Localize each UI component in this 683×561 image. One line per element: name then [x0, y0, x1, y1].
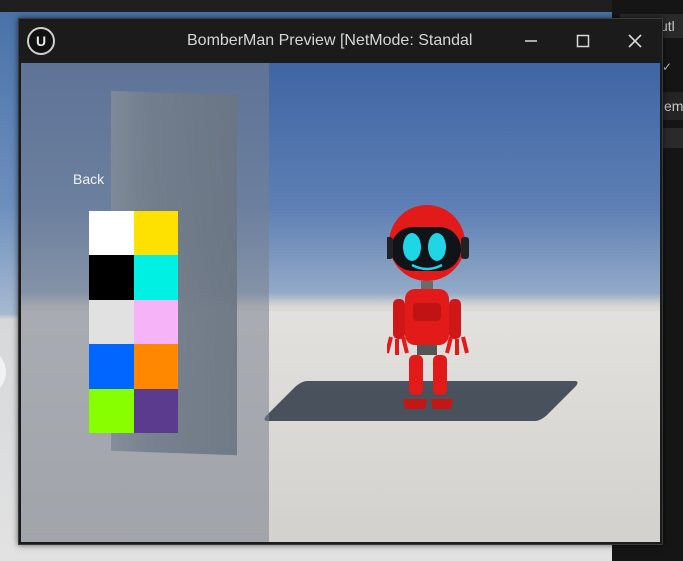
color-swatch-pink[interactable] — [133, 299, 178, 345]
color-swatch-lime[interactable] — [89, 388, 134, 433]
preview-window: U BomberMan Preview [NetMode: Standal Ba… — [18, 18, 663, 545]
minimize-button[interactable] — [505, 19, 557, 63]
background-robot — [0, 356, 6, 388]
unreal-logo-icon: U — [27, 27, 55, 55]
robot-character — [387, 205, 469, 409]
window-title: BomberMan Preview [NetMode: Standal — [187, 32, 473, 49]
color-swatch-orange[interactable] — [133, 344, 178, 389]
background-row-secondary — [660, 128, 683, 148]
game-viewport[interactable]: Back — [21, 63, 660, 542]
color-swatch-grid — [89, 211, 178, 433]
color-swatch-light-gray[interactable] — [89, 299, 134, 345]
color-swatch-black[interactable] — [89, 255, 134, 300]
close-button[interactable] — [609, 19, 661, 63]
color-swatch-white[interactable] — [89, 211, 134, 256]
maximize-icon — [576, 34, 590, 48]
minimize-icon — [525, 40, 537, 42]
window-titlebar[interactable]: U BomberMan Preview [NetMode: Standal — [19, 19, 662, 63]
maximize-button[interactable] — [557, 19, 609, 63]
close-icon — [628, 34, 642, 48]
background-check-icon: ✓ — [662, 60, 673, 74]
back-button[interactable]: Back — [73, 171, 104, 187]
color-swatch-blue[interactable] — [89, 344, 134, 389]
color-swatch-purple[interactable] — [133, 388, 178, 433]
color-swatch-cyan[interactable] — [133, 255, 178, 300]
color-swatch-yellow[interactable] — [133, 211, 178, 256]
